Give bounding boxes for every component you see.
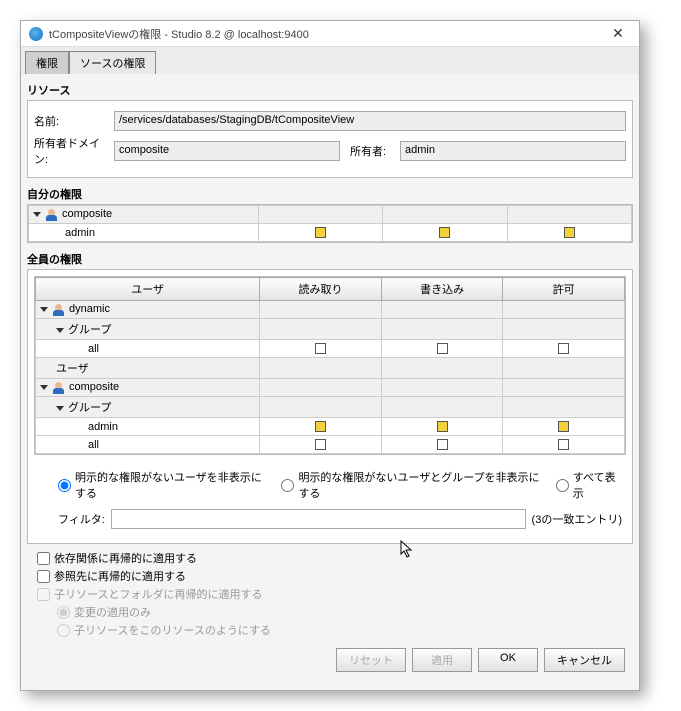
name-label: 名前: [34,113,112,129]
tab-bar: 権限 ソースの権限 [21,47,639,74]
ok-button[interactable]: OK [478,648,538,672]
user-icon [52,382,66,394]
checkbox-icon [315,227,326,238]
dialog-footer: リセット 適用 OK キャンセル [27,638,633,682]
display-radio-group: 明示的な権限がないユーザを非表示にする 明示的な権限がないユーザとグループを非表… [28,461,632,509]
filter-label: フィルタ: [58,511,105,527]
user-name: admin [29,224,259,242]
owner-label: 所有者: [350,143,398,159]
checkbox[interactable] [558,343,569,354]
col-grant[interactable]: 許可 [503,278,625,301]
radio-show-all[interactable]: すべて表示 [556,469,622,501]
table-row[interactable]: admin [36,418,625,436]
window-title: tCompositeViewの権限 - Studio 8.2 @ localho… [49,26,599,42]
table-row[interactable]: admin [29,224,632,242]
chevron-down-icon[interactable] [33,212,41,217]
filter-input[interactable] [111,509,526,529]
titlebar: tCompositeViewの権限 - Studio 8.2 @ localho… [21,21,639,47]
table-row[interactable]: composite [29,206,632,224]
checkbox[interactable] [558,439,569,450]
chk-deps[interactable]: 依存関係に再帰的に適用する [37,550,623,566]
table-row[interactable]: グループ [36,397,625,418]
table-row[interactable]: composite [36,379,625,397]
checkbox-icon [439,227,450,238]
tab-source-privileges[interactable]: ソースの権限 [69,51,156,74]
radio-hide-users[interactable]: 明示的な権限がないユーザを非表示にする [58,469,269,501]
owner-domain-label: 所有者ドメイン: [34,135,112,167]
checkbox-icon [564,227,575,238]
close-icon[interactable]: ✕ [605,25,631,42]
checkbox[interactable] [437,421,448,432]
col-user[interactable]: ユーザ [36,278,260,301]
reset-button: リセット [336,648,406,672]
checkbox[interactable] [437,439,448,450]
own-privileges-label: 自分の権限 [27,186,633,202]
chk-children: 子リソースとフォルダに再帰的に適用する [37,586,623,602]
radio-hide-users-groups[interactable]: 明示的な権限がないユーザとグループを非表示にする [281,469,543,501]
all-privileges-label: 全員の権限 [27,251,633,267]
radio-changes-only: 変更の適用のみ [57,604,623,620]
resource-panel: 名前: /services/databases/StagingDB/tCompo… [27,100,633,178]
chevron-down-icon[interactable] [40,307,48,312]
table-row[interactable]: ユーザ [36,358,625,379]
all-privileges-panel: ユーザ 読み取り 書き込み 許可 dynamic グループ all [27,269,633,544]
name-field: /services/databases/StagingDB/tComposite… [114,111,626,131]
user-icon [45,209,59,221]
table-row[interactable]: all [36,340,625,358]
owner-field: admin [400,141,626,161]
table-row[interactable]: all [36,436,625,454]
checkbox[interactable] [558,421,569,432]
radio-as-this: 子リソースをこのリソースのようにする [57,622,623,638]
chk-refs[interactable]: 参照先に再帰的に適用する [37,568,623,584]
user-icon [52,304,66,316]
checkbox[interactable] [315,343,326,354]
owner-domain-field: composite [114,141,340,161]
own-privileges-grid: composite admin [27,204,633,243]
tab-privileges[interactable]: 権限 [25,51,69,74]
col-read[interactable]: 読み取り [260,278,382,301]
checkbox[interactable] [315,421,326,432]
cancel-button[interactable]: キャンセル [544,648,625,672]
checkbox[interactable] [315,439,326,450]
recurse-options: 依存関係に再帰的に適用する 参照先に再帰的に適用する 子リソースとフォルダに再帰… [27,544,633,638]
chevron-down-icon[interactable] [40,385,48,390]
filter-count: (3の一致エントリ) [532,511,622,527]
privileges-dialog: tCompositeViewの権限 - Studio 8.2 @ localho… [20,20,640,691]
table-row[interactable]: dynamic [36,301,625,319]
table-row[interactable]: グループ [36,319,625,340]
all-privileges-grid: ユーザ 読み取り 書き込み 許可 dynamic グループ all [34,276,626,455]
col-write[interactable]: 書き込み [381,278,503,301]
apply-button: 適用 [412,648,472,672]
chevron-down-icon[interactable] [56,328,64,333]
checkbox[interactable] [437,343,448,354]
chevron-down-icon[interactable] [56,406,64,411]
resource-section-label: リソース [27,82,633,98]
app-icon [29,27,43,41]
group-name: composite [62,208,112,220]
